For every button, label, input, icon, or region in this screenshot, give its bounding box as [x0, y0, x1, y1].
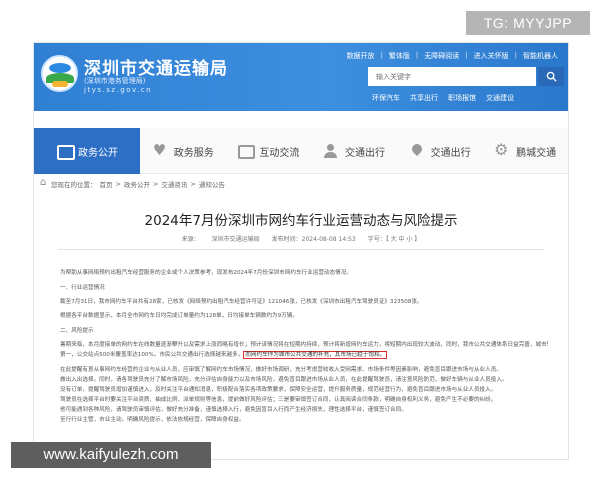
- article-intro: 为帮助从事网络预约出租汽车经营服务的企业或个人决策参考，现发布2024年7月份深…: [60, 270, 352, 276]
- risk-line: 他可能遇到各种风险，请驾驶员审慎评估，做好充分准备，谨慎选择入行，避免因盲目入行…: [60, 407, 407, 413]
- divider: [58, 249, 544, 250]
- site-url: jtys.sz.gov.cn: [84, 86, 153, 94]
- nav-item-pengcheng[interactable]: 鹏城交通: [482, 128, 568, 174]
- nav-item-gov-open[interactable]: 政务公开: [34, 128, 140, 174]
- toplink-care-mode[interactable]: 进入关怀版: [474, 51, 509, 61]
- toplink-accessibility[interactable]: 无障碍阅读: [424, 51, 459, 61]
- search-icon: [546, 71, 557, 82]
- article-title: 2024年7月份深圳市网约车行业运营动态与风险提示: [144, 213, 458, 229]
- meta-source-label: 来源：: [181, 236, 200, 243]
- font-size-control[interactable]: 字号：【 大 中 小 】: [368, 234, 421, 243]
- gear-icon: [494, 140, 510, 159]
- page-frame: 深圳市交通运输局 (深圳市港务管理局) jtys.sz.gov.cn 数据开放 |…: [33, 42, 569, 460]
- quick-links: 环保汽车 共享出行 职场报馆 交通建设: [372, 93, 514, 103]
- breadcrumb-item-gov-open[interactable]: 政务公开: [124, 179, 150, 189]
- risk-line: 驾驶员在选择平台时要关注平台资质、抽成比例、派单规则等信息，提前做好风险评估；三…: [60, 397, 497, 403]
- breadcrumb-separator: >: [190, 180, 196, 188]
- risk-line: 第一，公交站点500米覆盖率达100%，市民公共交通出行选择越来越多， 而网约车作…: [60, 351, 388, 359]
- site-subtitle: (深圳市港务管理局): [84, 77, 146, 85]
- nav-label: 政务公开: [78, 147, 118, 159]
- breadcrumb-separator: >: [115, 180, 121, 188]
- site-header: 深圳市交通运输局 (深圳市港务管理局) jtys.sz.gov.cn 数据开放 |…: [34, 43, 568, 111]
- nav-item-interaction[interactable]: 互动交流: [226, 128, 312, 174]
- nav-item-travel-1[interactable]: 交通出行: [311, 128, 397, 174]
- user-icon: [323, 143, 339, 159]
- site-logo-icon[interactable]: [41, 55, 78, 92]
- risk-details: 在此提醒有意从事网约车经营的企业与从业人员，应审慎了解网约车市场情况，做好市场调…: [60, 365, 548, 425]
- home-icon: [40, 177, 48, 188]
- risk-line: 没有订单，提醒驾驶员增加谨慎进入，及时关注平台通知消息，积极配合落实各项政策要求…: [60, 387, 497, 393]
- risk-line: 做出入出选择。同时，请各驾驶员充分了解市场风险，充分评估自身能力以及市场风险，避…: [60, 377, 508, 383]
- heart-icon: [152, 141, 168, 159]
- chat-icon: [237, 143, 256, 159]
- pin-icon: [409, 143, 425, 159]
- meta-source: 深圳市交通运输局: [211, 236, 260, 243]
- quicklink-shared-travel[interactable]: 共享出行: [410, 93, 438, 103]
- toplink-traditional[interactable]: 繁体版: [389, 51, 410, 61]
- nav-label: 鹏城交通: [516, 147, 557, 159]
- breadcrumb-item-news[interactable]: 交通资讯: [161, 179, 187, 189]
- nav-label: 交通出行: [344, 147, 385, 159]
- risk-line: 暑期来临，本月度接单的网约车在线数量逐渐攀升以及需求上涨而略有增长；预计该情况将…: [60, 342, 548, 348]
- watermark-url: www.kaifyulezh.com: [11, 442, 211, 468]
- article-meta: 来源： 深圳市交通运输局 发布时间：2024-08-08 14:53 字号：【 …: [34, 234, 568, 243]
- search-button[interactable]: [538, 67, 564, 86]
- article-para-2: 根据各平台数据显示，本月全市网约车日均完成订单量约为128单，日均接单车辆数约为…: [60, 313, 298, 319]
- toplink-robot[interactable]: 智能机器人: [523, 51, 558, 61]
- meta-date: 发布时间：2024-08-08 14:53: [271, 236, 356, 243]
- watermark-tag: TG: MYYJPP: [466, 11, 590, 35]
- section-heading-1: 一、行业运营情况: [60, 285, 105, 291]
- article-para-1: 截至7月31日，我市网约车平台共有28家，已核发《网络预约出租汽车经营许可证》1…: [60, 299, 423, 305]
- risk-line: 在此提醒有意从事网约车经营的企业与从业人员，应审慎了解网约车市场情况，做好市场调…: [60, 367, 502, 373]
- book-icon: [56, 143, 75, 160]
- breadcrumb-item-home[interactable]: 首页: [100, 179, 113, 189]
- nav-label: 交通出行: [430, 147, 471, 159]
- main-nav: 政务公开 政务服务 互动交流 交通出行 交通出行 鹏城交通: [34, 128, 568, 174]
- nav-item-travel-2[interactable]: 交通出行: [397, 128, 483, 174]
- breadcrumb-separator: >: [152, 180, 159, 188]
- quicklink-workplace[interactable]: 职场报馆: [448, 93, 476, 103]
- nav-label: 政务服务: [173, 147, 214, 159]
- highlighted-text: 而网约车作为城市公共交通的补充，其市场已趋于饱和。: [243, 351, 388, 359]
- risk-line: 至行行业主管，市业主动，明确风险提示，依法依规经营，保障自身权益。: [60, 417, 245, 423]
- toplink-open-data[interactable]: 数据开放: [347, 51, 375, 61]
- quicklink-eco-car[interactable]: 环保汽车: [372, 93, 400, 103]
- breadcrumb-prefix: 您现在的位置：: [51, 181, 97, 189]
- top-links: 数据开放 | 繁体版 | 无障碍阅读 | 进入关怀版 | 智能机器人: [346, 51, 558, 61]
- breadcrumb: 您现在的位置： 首页 > 政务公开 > 交通资讯 > 通知公告: [40, 177, 225, 189]
- quicklink-construction[interactable]: 交通建设: [486, 93, 514, 103]
- section-heading-2: 二、风险提示: [60, 328, 94, 334]
- search-input[interactable]: [368, 67, 536, 86]
- breadcrumb-item-notice[interactable]: 通知公告: [199, 179, 225, 189]
- nav-item-gov-service[interactable]: 政务服务: [140, 128, 226, 174]
- nav-label: 互动交流: [259, 147, 300, 159]
- risk-section: 暑期来临，本月度接单的网约车在线数量逐渐攀升以及需求上涨而略有增长；预计该情况将…: [60, 340, 548, 360]
